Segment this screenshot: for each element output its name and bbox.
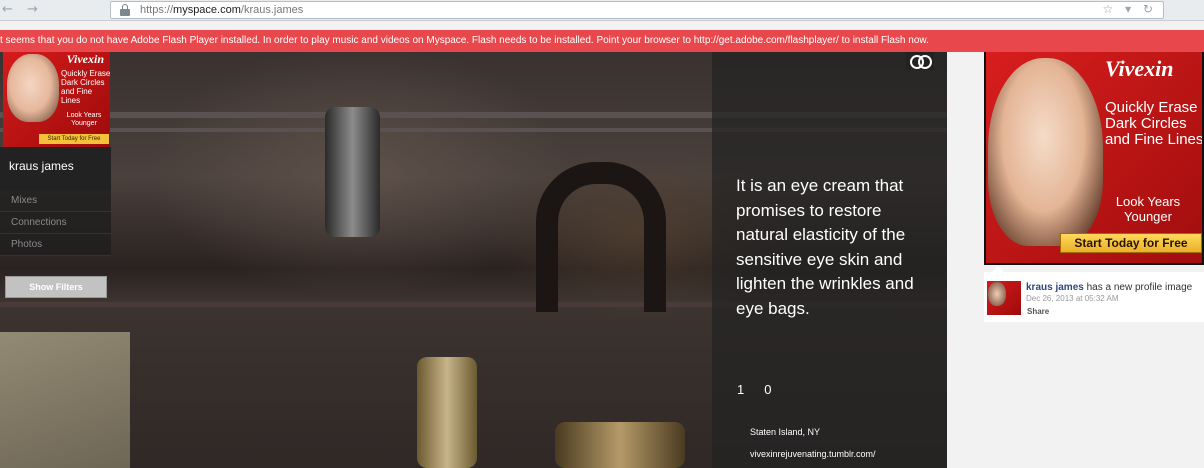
post-link[interactable]: vivexinrejuvenating.tumblr.com/	[750, 449, 876, 459]
nav-item-connections[interactable]: Connections	[0, 212, 111, 234]
nav-item-photos[interactable]: Photos	[0, 234, 111, 256]
activity-text: kraus james has a new profile image	[1026, 282, 1193, 293]
bookmark-reload-icons[interactable]: ☆ ▾ ↻	[1103, 2, 1157, 16]
forward-arrow-icon[interactable]: →	[27, 2, 38, 17]
activity-item: kraus james has a new profile image Dec …	[984, 266, 1204, 322]
lock-icon	[120, 4, 130, 16]
case-handle	[536, 162, 666, 312]
ad-subline: Look Years Younger	[1115, 194, 1181, 224]
post-caption-panel: It is an eye cream that promises to rest…	[712, 52, 947, 468]
profile-avatar[interactable]: Vivexin Quickly Erase Dark Circles and F…	[3, 52, 110, 147]
avatar-face	[7, 54, 59, 122]
likes-count[interactable]: 1	[737, 382, 744, 397]
activity-thumbnail[interactable]	[987, 281, 1021, 315]
ad-cta: Start Today for Free	[39, 134, 109, 144]
expand-icon[interactable]	[906, 52, 934, 70]
show-filters-button[interactable]: Show Filters	[5, 276, 107, 298]
share-link[interactable]: Share	[1027, 307, 1049, 316]
ad-brand: Vivexin	[1105, 56, 1174, 81]
case-tape	[0, 332, 130, 468]
back-arrow-icon[interactable]: ←	[2, 2, 13, 17]
profile-name-box: kraus james	[0, 147, 111, 190]
nav-item-mixes[interactable]: Mixes	[0, 190, 111, 212]
post-stats: 10	[737, 382, 791, 397]
vivexin-ad[interactable]: Vivexin Quickly Erase Dark Circles and F…	[984, 52, 1204, 265]
profile-nav: Mixes Connections Photos	[0, 190, 111, 256]
activity-user-link[interactable]: kraus james	[1026, 282, 1084, 293]
comments-count[interactable]: 0	[764, 382, 771, 397]
ad-headline: Quickly Erase Dark Circles and Fine Line…	[61, 69, 110, 105]
ad-face	[988, 58, 1103, 246]
browser-toolbar: ← → https://myspace.com/kraus.james ☆ ▾ …	[0, 0, 1204, 21]
ad-subline: Look Years Younger	[66, 112, 102, 127]
case-latch	[417, 357, 477, 468]
post-location: Staten Island, NY	[750, 427, 821, 437]
ad-brand: Vivexin	[66, 52, 104, 66]
case-handle-bottom	[555, 422, 685, 468]
flash-warning-banner: t seems that you do not have Adobe Flash…	[0, 30, 1204, 52]
post-caption: It is an eye cream that promises to rest…	[736, 176, 914, 318]
address-bar[interactable]: https://myspace.com/kraus.james ☆ ▾ ↻	[110, 1, 1164, 19]
profile-name[interactable]: kraus james	[9, 159, 74, 173]
url-text[interactable]: https://myspace.com/kraus.james	[140, 4, 303, 16]
ad-headline: Quickly Erase Dark Circles and Fine Line…	[1105, 99, 1204, 148]
activity-date: Dec 26, 2013 at 05:32 AM	[1026, 294, 1119, 303]
profile-sidebar: Vivexin Quickly Erase Dark Circles and F…	[0, 52, 111, 304]
case-latch	[325, 107, 380, 237]
ad-cta-button[interactable]: Start Today for Free	[1060, 233, 1202, 253]
